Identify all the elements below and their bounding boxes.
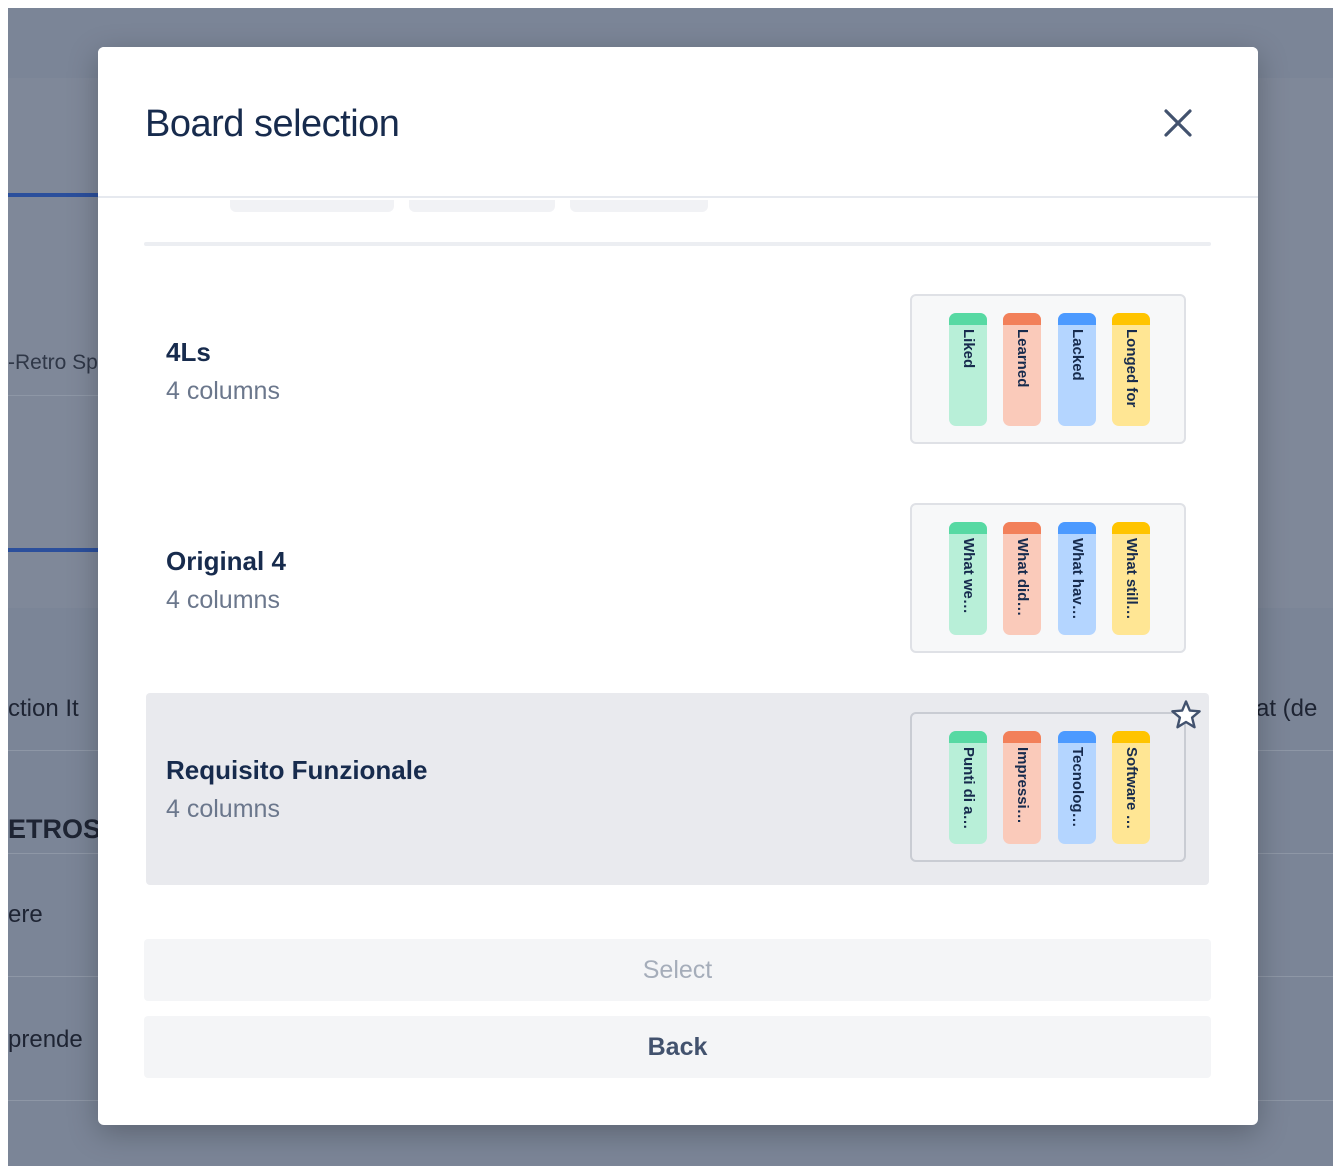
column-label: Tecnolog… [1069, 747, 1086, 828]
background-text: at (de [1256, 695, 1318, 722]
column-label: Impressi… [1014, 747, 1031, 824]
column-cap [1003, 313, 1041, 325]
column-label: Software … [1123, 747, 1140, 830]
preview-column: What still… [1112, 522, 1150, 635]
column-label: Lacked [1069, 329, 1086, 381]
column-cap [1003, 522, 1041, 534]
column-cap [1112, 522, 1150, 534]
column-label: Learned [1014, 329, 1031, 388]
board-option-requisito-funzionale[interactable]: Requisito Funzionale 4 columns Punti di … [146, 693, 1209, 885]
preview-column: What did… [1003, 522, 1041, 635]
column-label: Punti di a… [960, 747, 977, 830]
column-label: What still… [1123, 538, 1140, 620]
column-cap [949, 313, 987, 325]
board-option-original-4[interactable]: Original 4 4 columns What we… What did… … [146, 484, 1209, 676]
column-label: Liked [960, 329, 977, 369]
back-button[interactable]: Back [144, 1016, 1211, 1078]
preview-column: Learned [1003, 313, 1041, 426]
column-cap [1058, 522, 1096, 534]
board-name: Requisito Funzionale [166, 755, 428, 785]
modal-header: Board selection [98, 47, 1258, 198]
preview-column: Liked [949, 313, 987, 426]
preview-column: What hav… [1058, 522, 1096, 635]
column-label: What did… [1014, 538, 1031, 617]
preview-column: Lacked [1058, 313, 1096, 426]
star-outline-icon[interactable] [1169, 698, 1203, 732]
background-text: ction It [8, 695, 79, 722]
column-label: Longed for [1123, 329, 1140, 408]
column-cap [1112, 313, 1150, 325]
board-name: 4Ls [166, 337, 211, 367]
board-preview: Liked Learned Lacked Longed for [910, 294, 1186, 444]
column-cap [1058, 731, 1096, 743]
modal-title: Board selection [145, 103, 400, 145]
board-selection-modal: Board selection 4Ls 4 columns Liked Lear… [98, 47, 1258, 1125]
background-accent-line [8, 548, 100, 552]
list-divider [144, 242, 1211, 246]
column-label: What hav… [1069, 538, 1086, 620]
column-cap [1112, 731, 1150, 743]
column-cap [1003, 731, 1041, 743]
preview-column: Punti di a… [949, 731, 987, 844]
tab-placeholder [570, 200, 708, 212]
background-text: -Retro Sp [8, 351, 98, 374]
column-cap [949, 522, 987, 534]
preview-column: What we… [949, 522, 987, 635]
background-text: prende [8, 1026, 83, 1053]
background-accent-line [8, 193, 100, 197]
board-preview: What we… What did… What hav… What still… [910, 503, 1186, 653]
preview-column: Impressi… [1003, 731, 1041, 844]
select-button[interactable]: Select [144, 939, 1211, 1001]
background-divider [8, 395, 108, 396]
column-label: What we… [960, 538, 977, 614]
board-column-count: 4 columns [166, 586, 280, 614]
preview-column: Longed for [1112, 313, 1150, 426]
board-column-count: 4 columns [166, 795, 280, 823]
column-cap [1058, 313, 1096, 325]
tab-placeholder [409, 200, 555, 212]
tab-placeholder [230, 200, 394, 212]
column-cap [949, 731, 987, 743]
preview-column: Software … [1112, 731, 1150, 844]
preview-column: Tecnolog… [1058, 731, 1096, 844]
close-icon [1164, 109, 1192, 137]
background-text: ere [8, 901, 43, 928]
board-column-count: 4 columns [166, 377, 280, 405]
board-option-4ls[interactable]: 4Ls 4 columns Liked Learned Lacked Longe… [146, 275, 1209, 467]
board-name: Original 4 [166, 546, 286, 576]
close-button[interactable] [1156, 101, 1200, 145]
board-preview: Punti di a… Impressi… Tecnolog… Software… [910, 712, 1186, 862]
